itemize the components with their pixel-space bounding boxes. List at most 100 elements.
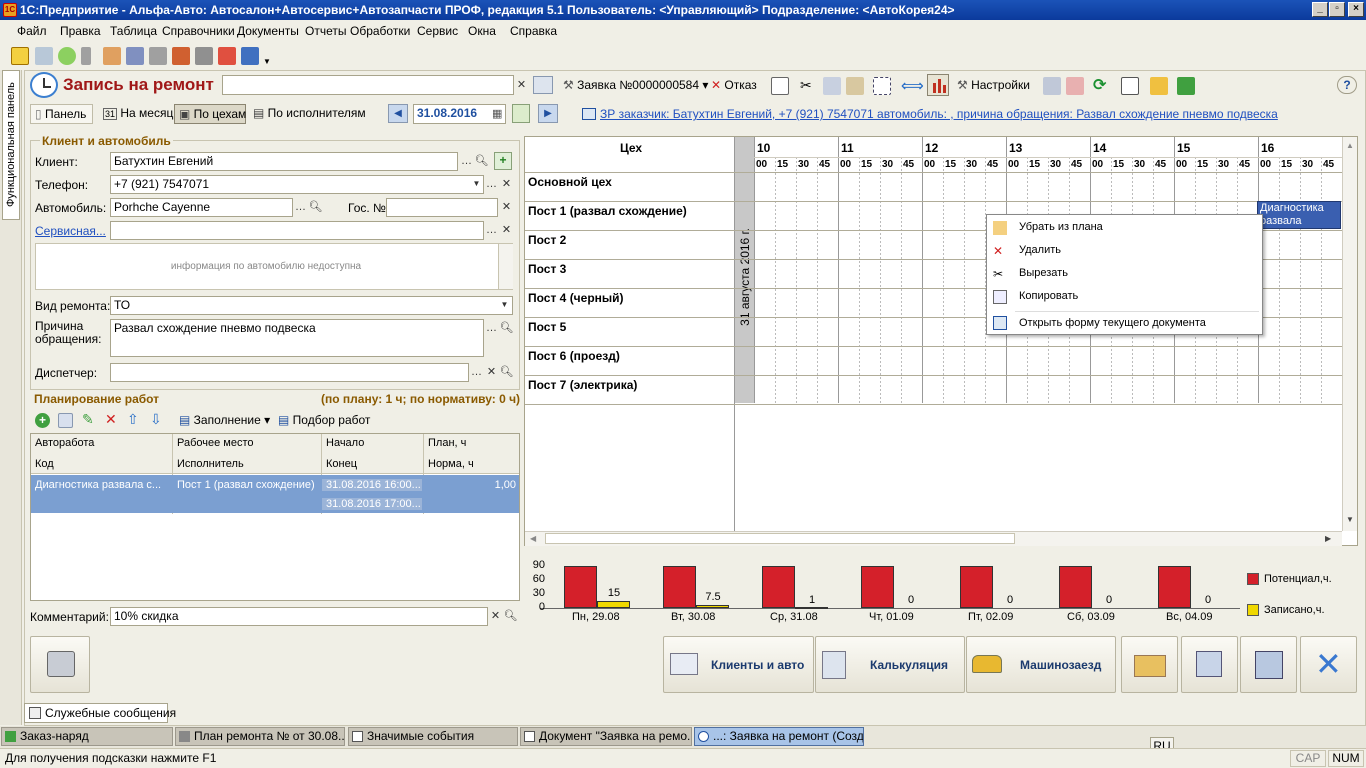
contacts-icon[interactable] (103, 47, 121, 65)
chevron-down-icon[interactable]: ▼ (263, 57, 271, 66)
tab-panel[interactable]: ▯ Панель (30, 104, 93, 124)
gear-icon[interactable] (195, 47, 213, 65)
next-date-button[interactable]: ▶ (538, 104, 558, 123)
col-end[interactable]: Конец (322, 458, 422, 470)
menu-help[interactable]: Справка (510, 24, 557, 38)
task-order[interactable]: Заказ-наряд (1, 727, 173, 746)
post-row-label[interactable]: Пост 1 (развал схождение) (528, 204, 687, 218)
service-card-link[interactable]: Сервисная... (35, 224, 106, 238)
comment-field[interactable]: 10% скидка (110, 607, 488, 626)
menu-reports[interactable]: Отчеты (305, 24, 346, 38)
service-card-select-button[interactable]: … (484, 222, 499, 239)
col-plan[interactable]: План, ч (424, 437, 518, 449)
ctx-cut[interactable]: Вырезать (1019, 267, 1068, 279)
car-field[interactable]: Porhche Cayenne (110, 198, 293, 217)
move-down-icon[interactable]: ⇩ (150, 411, 162, 428)
post-row-label[interactable]: Пост 3 (528, 262, 566, 276)
panel-icon[interactable] (11, 47, 29, 65)
repair-type-field[interactable]: ТО (110, 296, 513, 315)
schedule-hscroll[interactable]: ◀ ▶ (525, 531, 1342, 546)
service-card-clear-icon[interactable]: ✕ (499, 222, 514, 239)
col-workplace[interactable]: Рабочее место (173, 437, 321, 449)
dispatcher-search-icon[interactable]: 🔍︎ (499, 364, 514, 381)
post-row-label[interactable]: Пост 5 (528, 320, 566, 334)
print-button[interactable] (30, 636, 90, 693)
settings-button[interactable]: ⚒ Настройки (957, 78, 1030, 92)
comment-search-icon[interactable]: 🔍︎ (503, 608, 518, 625)
refresh-icon[interactable]: ⟳ (1093, 75, 1106, 95)
calendar-icon[interactable] (126, 47, 144, 65)
search-input[interactable] (222, 75, 514, 95)
ctx-delete[interactable]: Удалить (1019, 244, 1061, 256)
client-field[interactable]: Батухтин Евгений (110, 152, 458, 171)
order-info-link[interactable]: ЗР заказчик: Батухтин Евгений, +7 (921) … (600, 107, 1278, 121)
car-search-icon[interactable]: 🔍︎ (308, 199, 323, 216)
dispatcher-clear-icon[interactable]: ✕ (484, 364, 499, 381)
post-row-label[interactable]: Пост 6 (проезд) (528, 349, 620, 363)
filter-icon[interactable] (1043, 77, 1061, 95)
menu-table[interactable]: Таблица (110, 24, 157, 38)
task-repair-request[interactable]: ...: Заявка на ремонт (Созд... (694, 727, 864, 746)
ctx-copy[interactable]: Копировать (1019, 290, 1078, 302)
chat-icon[interactable] (58, 47, 76, 65)
car-info-scrollbar[interactable] (498, 244, 513, 289)
plane-icon[interactable] (35, 47, 53, 65)
phone-dropdown-icon[interactable]: ▼ (469, 176, 484, 193)
menu-service[interactable]: Сервис (417, 24, 458, 38)
car-select-button[interactable]: … (293, 199, 308, 216)
paste-icon[interactable] (846, 77, 864, 95)
ctx-open-form[interactable]: Открыть форму текущего документа (1019, 317, 1206, 329)
list-icon[interactable] (1121, 77, 1139, 95)
cut-icon[interactable]: ✂ (800, 77, 812, 94)
prev-date-button[interactable]: ◀ (388, 104, 408, 123)
col-executor[interactable]: Исполнитель (173, 458, 321, 470)
service-messages-button[interactable]: Служебные сообщения (24, 703, 176, 723)
menu-documents[interactable]: Документы (237, 24, 299, 38)
chart-toggle-icon[interactable] (927, 74, 949, 96)
book-icon[interactable] (172, 47, 190, 65)
dispatcher-select-button[interactable]: … (469, 364, 484, 381)
move-up-icon[interactable]: ⇧ (127, 411, 139, 428)
col-start[interactable]: Начало (322, 437, 422, 449)
clear-filter-icon[interactable] (1066, 77, 1084, 95)
post-row-label[interactable]: Пост 7 (электрика) (528, 378, 637, 392)
reason-search-icon[interactable]: 🔍︎ (499, 320, 514, 337)
phone-clear-icon[interactable]: ✕ (499, 176, 514, 193)
copy-icon[interactable] (823, 77, 841, 95)
gos-number-field[interactable] (386, 198, 498, 217)
col-norm[interactable]: Норма, ч (424, 458, 518, 470)
tab-executors[interactable]: ▤ По исполнителям (249, 104, 381, 124)
reason-select-button[interactable]: … (484, 320, 499, 337)
select-works-button[interactable]: ▤ Подбор работ (278, 413, 370, 427)
folder-icon[interactable] (1150, 77, 1168, 95)
cancel-order-button[interactable]: ✕ Отказ (711, 78, 757, 92)
close-button[interactable]: × (1348, 2, 1364, 17)
delete-row-icon[interactable]: ✕ (105, 411, 117, 428)
edit-row-icon[interactable]: ✎ (82, 411, 94, 428)
select-icon[interactable] (873, 77, 891, 95)
gos-clear-icon[interactable]: ✕ (499, 199, 514, 216)
tab-shops[interactable]: ▣ По цехам (174, 104, 246, 124)
today-icon[interactable] (512, 104, 530, 123)
excel-icon[interactable] (1177, 77, 1195, 95)
phone-select-button[interactable]: … (484, 176, 499, 193)
maximize-button[interactable]: ▫ (1329, 2, 1345, 17)
dispatcher-field[interactable] (110, 363, 469, 382)
transfer-icon[interactable] (241, 47, 259, 65)
reason-field[interactable]: Развал схождение пневмо подвеска (110, 319, 484, 357)
task-plan[interactable]: План ремонта № от 30.08.... (175, 727, 345, 746)
clients-cars-button[interactable]: Клиенты и авто (663, 636, 814, 693)
task-events[interactable]: Значимые события (348, 727, 518, 746)
structure-icon[interactable] (771, 77, 789, 95)
menu-processing[interactable]: Обработки (350, 24, 410, 38)
calendar-picker-icon[interactable]: ▦ (492, 107, 502, 120)
client-search-icon[interactable]: 🔍︎ (474, 153, 489, 170)
tab-month[interactable]: 31 На месяц (99, 104, 173, 124)
search-history-icon[interactable] (533, 76, 553, 94)
col-code[interactable]: Код (31, 458, 171, 470)
fill-button[interactable]: ▤ Заполнение ▾ (179, 413, 270, 427)
copy-row-icon[interactable] (58, 413, 73, 428)
menu-file[interactable]: Файл (17, 24, 47, 38)
task-document[interactable]: Документ "Заявка на ремо... (520, 727, 692, 746)
add-row-icon[interactable]: + (35, 413, 50, 428)
